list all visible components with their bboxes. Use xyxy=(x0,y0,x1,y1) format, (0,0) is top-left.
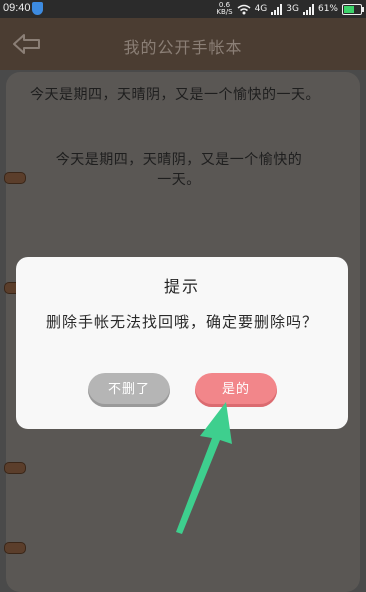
diary-entry[interactable]: 今天是期四，天晴阴，又是一个愉快的 一天。 xyxy=(34,150,324,190)
battery-percent: 61% xyxy=(317,4,338,14)
battery-icon xyxy=(342,3,364,15)
network-speed-unit: KB/S xyxy=(216,8,233,16)
dialog-title: 提示 xyxy=(163,277,200,296)
status-time: 09:40 xyxy=(3,2,31,14)
app-header: 我的公开手帐本 xyxy=(0,18,366,70)
cancel-button[interactable]: 不删了 xyxy=(88,373,170,407)
annotation-arrow-icon xyxy=(176,402,232,534)
status-indicators: 0.6 KB/S 4G 3G 61% xyxy=(216,2,364,16)
diary-entry-line: 一天。 xyxy=(157,172,201,188)
diary-entry-line: 今天是期四，天晴阴，又是一个愉快的 xyxy=(55,152,303,168)
wifi-icon xyxy=(237,4,251,14)
status-bar: 09:40 0.6 KB/S 4G 3G 61% xyxy=(0,0,366,18)
signal-icon xyxy=(302,3,314,15)
signal-icon xyxy=(271,3,283,15)
diary-entry-text: 今天是期四，天晴阴，又是一个愉快的一天。 xyxy=(30,87,320,103)
network-type-2: 3G xyxy=(286,4,299,14)
page-title: 我的公开手帐本 xyxy=(123,38,243,57)
network-speed: 0.6 KB/S xyxy=(216,2,232,16)
network-type-1: 4G xyxy=(254,4,268,14)
shield-icon xyxy=(32,2,43,15)
binder-ring xyxy=(4,172,26,184)
binder-ring xyxy=(4,462,26,474)
dialog-message: 删除手帐无法找回哦，确定要删除吗？ xyxy=(46,313,319,331)
diary-entry[interactable]: 今天是期四，天晴阴，又是一个愉快的一天。 xyxy=(30,85,366,105)
binder-ring xyxy=(4,542,26,554)
